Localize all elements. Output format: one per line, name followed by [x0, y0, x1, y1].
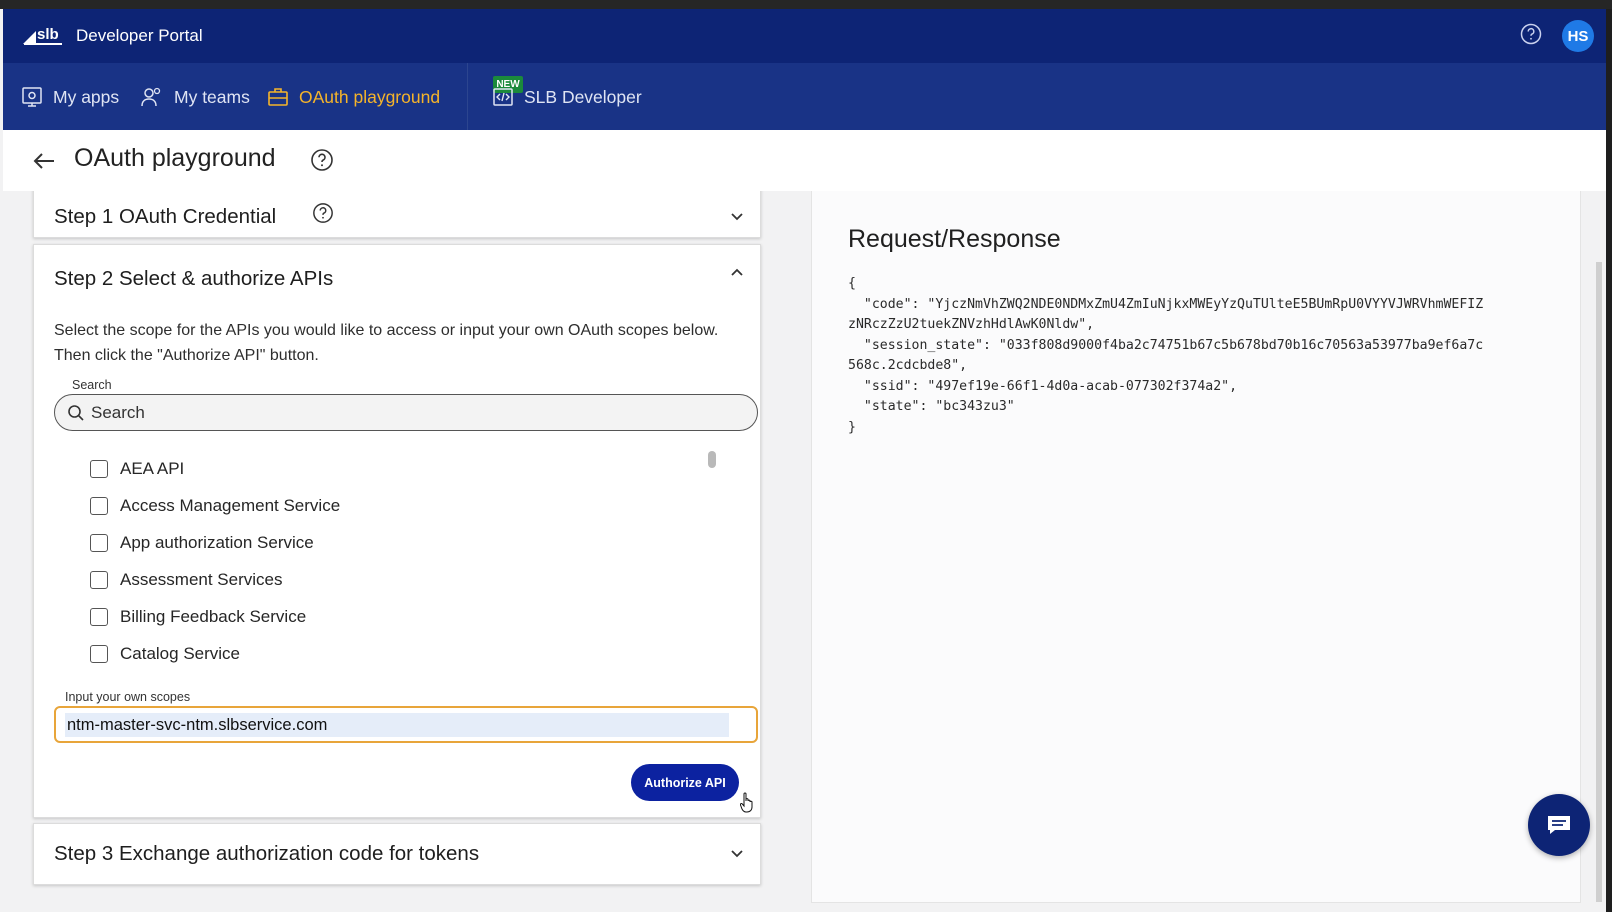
- api-list-item[interactable]: AEA API: [90, 457, 184, 481]
- checkbox[interactable]: [90, 571, 108, 589]
- api-list-item[interactable]: Billing Feedback Service: [90, 605, 306, 629]
- response-json: { "code": "YjczNmVhZWQ2NDE0NDMxZmU4ZmIuN…: [848, 276, 1484, 435]
- nav-label: My apps: [53, 86, 120, 107]
- chevron-down-icon[interactable]: [729, 845, 745, 861]
- api-label: App authorization Service: [120, 533, 314, 552]
- api-list-item[interactable]: App authorization Service: [90, 531, 314, 555]
- step2-description: Select the scope for the APIs you would …: [54, 322, 719, 364]
- chat-button[interactable]: [1528, 794, 1590, 856]
- help-icon[interactable]: [1520, 23, 1542, 45]
- step2-card: Step 2 Select & authorize APIs Select th…: [33, 244, 761, 818]
- svg-text:slb: slb: [37, 26, 59, 43]
- back-arrow-icon[interactable]: [31, 148, 57, 174]
- api-label: Catalog Service: [120, 644, 241, 663]
- chevron-up-icon[interactable]: [729, 265, 745, 281]
- nav-label: SLB Developer: [524, 86, 642, 107]
- step3-card[interactable]: Step 3 Exchange authorization code for t…: [33, 823, 761, 885]
- help-icon[interactable]: [310, 148, 334, 172]
- steps-column: Step 1 OAuth Credential Step 2 Select & …: [20, 191, 792, 903]
- chevron-down-icon[interactable]: [729, 208, 745, 224]
- api-label: Assessment Services: [120, 570, 283, 589]
- scopes-value: ntm-master-svc-ntm.slbservice.com: [67, 716, 328, 734]
- avatar[interactable]: HS: [1562, 20, 1594, 52]
- page-title: OAuth playground: [74, 144, 276, 172]
- nav-item-oauth-playground[interactable]: OAuth playground: [267, 83, 440, 111]
- nav-item-my-teams[interactable]: My teams: [140, 83, 250, 111]
- chat-icon: [1548, 816, 1570, 834]
- nav-item-slb-developer[interactable]: SLB Developer: [492, 83, 642, 111]
- checkbox[interactable]: [90, 645, 108, 663]
- api-label: Billing Feedback Service: [120, 607, 307, 626]
- page-title-bar: OAuth playground: [3, 130, 1606, 191]
- main-nav: My apps My teams OAuth playground NEW SL…: [3, 63, 1606, 130]
- request-response-panel: Request/Response { "code": "YjczNmVhZWQ2…: [811, 191, 1581, 903]
- code-icon: [493, 88, 513, 106]
- request-response-title: Request/Response: [848, 225, 1061, 253]
- step3-title: Step 3 Exchange authorization code for t…: [54, 842, 480, 865]
- api-label: Access Management Service: [120, 496, 341, 515]
- slb-logo-icon[interactable]: slb: [22, 23, 64, 47]
- scopes-label: Input your own scopes: [65, 690, 191, 704]
- nav-label: My teams: [174, 86, 250, 107]
- window-right-edge: [1606, 9, 1612, 912]
- nav-item-my-apps[interactable]: My apps: [21, 83, 119, 111]
- nav-divider: [467, 63, 468, 130]
- step1-title: Step 1 OAuth Credential: [54, 205, 277, 228]
- briefcase-icon: [268, 88, 288, 106]
- window-top-strip: [0, 0, 1612, 9]
- checkbox[interactable]: [90, 534, 108, 552]
- page-scrollbar[interactable]: [1596, 262, 1602, 902]
- search-input[interactable]: [91, 401, 731, 425]
- nav-label: OAuth playground: [299, 86, 441, 107]
- checkbox[interactable]: [90, 497, 108, 515]
- api-list-item[interactable]: Assessment Services: [90, 568, 283, 592]
- scopes-input[interactable]: ntm-master-svc-ntm.slbservice.com: [54, 706, 758, 743]
- checkbox[interactable]: [90, 608, 108, 626]
- authorize-api-button[interactable]: Authorize API: [631, 764, 739, 801]
- checkbox[interactable]: [90, 460, 108, 478]
- team-icon: [141, 87, 161, 107]
- apps-icon: [22, 87, 42, 107]
- step2-title: Step 2 Select & authorize APIs: [54, 267, 334, 290]
- search-icon: [68, 405, 84, 421]
- api-list-item[interactable]: Access Management Service: [90, 494, 340, 518]
- hand-cursor-icon: [740, 792, 753, 813]
- search-field[interactable]: [54, 394, 758, 431]
- top-header: slb Developer Portal HS: [3, 9, 1606, 63]
- app-frame: slb Developer Portal HS My apps My teams…: [0, 0, 1612, 912]
- search-label: Search: [72, 378, 112, 392]
- help-icon[interactable]: [312, 202, 334, 224]
- api-label: AEA API: [120, 459, 185, 478]
- step1-card[interactable]: Step 1 OAuth Credential: [33, 191, 761, 238]
- list-scrollbar[interactable]: [708, 451, 716, 468]
- app-title: Developer Portal: [76, 26, 203, 45]
- api-list-item[interactable]: Catalog Service: [90, 642, 240, 666]
